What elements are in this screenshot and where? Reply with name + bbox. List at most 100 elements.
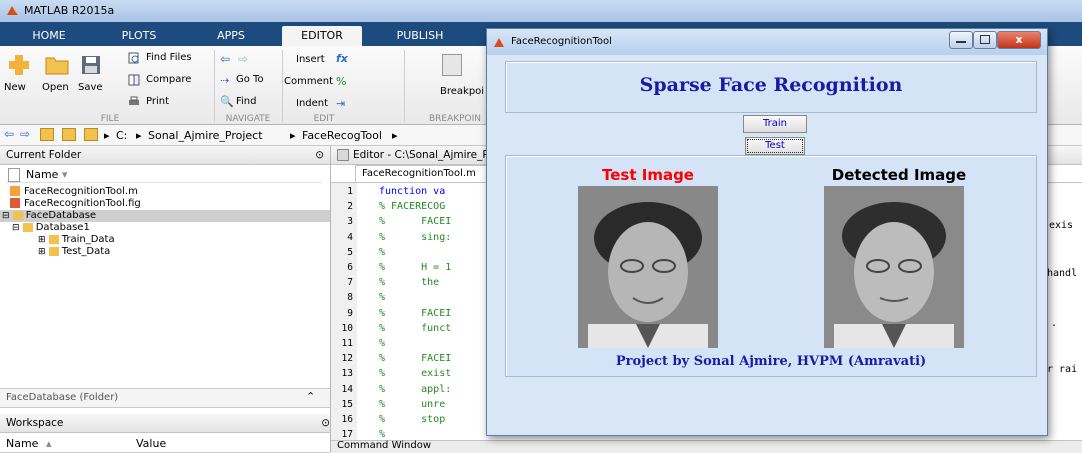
code-line[interactable]: % sing: — [379, 232, 451, 243]
group-file-label: FILE — [100, 114, 120, 124]
find-label: Find — [236, 96, 257, 107]
breadcrumb-folder-2[interactable]: FaceRecogTool — [302, 129, 382, 142]
back-icon[interactable]: ⇦ — [4, 127, 14, 141]
compare-label: Compare — [146, 74, 192, 85]
close-button[interactable]: x — [997, 31, 1041, 49]
code-line[interactable]: % — [379, 292, 385, 303]
test-button[interactable]: Test — [745, 137, 805, 155]
face-photo — [824, 186, 964, 348]
tab-home[interactable]: HOME — [14, 26, 84, 46]
chevron-up-icon[interactable]: ⌃ — [306, 390, 315, 403]
list-item-label: FaceDatabase — [25, 210, 97, 221]
list-item-selected[interactable]: ⊟ FaceDatabase — [0, 210, 330, 222]
app-title: MATLAB R2015a — [24, 4, 115, 17]
breadcrumb-separator: ▸ — [104, 129, 110, 142]
file-icon — [8, 168, 20, 182]
code-line[interactable]: % exist — [379, 368, 451, 379]
editor-title: Editor - C:\Sonal_Ajmire_P — [353, 149, 489, 161]
line-number: 8 — [347, 292, 353, 304]
test-face-image — [578, 186, 718, 348]
code-line[interactable]: % stop — [379, 414, 445, 425]
figure-title-bar: FaceRecognitionTool x — [487, 29, 1047, 55]
line-number: 1 — [347, 186, 353, 197]
list-item[interactable]: FaceRecognitionTool.fig — [10, 198, 141, 210]
go-to-label: Go To — [236, 74, 264, 85]
matlab-logo-icon — [494, 38, 504, 47]
command-window-header: Command Window — [331, 440, 1082, 453]
panel-menu-icon[interactable]: ⊙ — [315, 146, 324, 164]
panel-menu-icon[interactable]: ⊙ — [321, 414, 330, 432]
breakpoints-label[interactable]: Breakpoi — [440, 86, 484, 97]
credit-text: Project by Sonal Ajmire, HVPM (Amravati) — [615, 354, 927, 369]
fx-icon[interactable]: fx — [336, 52, 348, 65]
list-item[interactable]: ⊞ Train_Data — [38, 234, 115, 246]
open-button[interactable] — [44, 54, 70, 76]
tab-apps[interactable]: APPS — [196, 26, 266, 46]
line-number: 3 — [347, 216, 353, 228]
code-line[interactable]: % FACEI — [379, 353, 451, 364]
breadcrumb-separator: ▸ — [136, 129, 142, 142]
code-line[interactable]: % FACEI — [379, 216, 451, 227]
code-line[interactable]: % unre — [379, 399, 445, 410]
code-line[interactable]: % — [379, 429, 385, 440]
save-label: Save — [78, 82, 103, 93]
floppy-disk-icon — [82, 56, 100, 74]
up-folder-icon[interactable] — [40, 128, 54, 141]
detected-face-image — [824, 186, 964, 348]
indent-label[interactable]: Indent — [296, 98, 328, 109]
test-image-label: Test Image — [602, 166, 694, 184]
code-line[interactable]: % FACEI — [379, 308, 451, 319]
code-line[interactable]: % appl: — [379, 384, 451, 395]
comment-percent-icon[interactable]: % — [336, 75, 346, 88]
breadcrumb-separator: ▸ — [392, 129, 398, 142]
code-line[interactable]: % H = 1 — [379, 262, 451, 273]
list-item[interactable]: FaceRecognitionTool.m — [10, 186, 138, 198]
expand-icon[interactable]: ⊞ — [38, 247, 46, 257]
minimize-button[interactable] — [949, 31, 973, 49]
collapse-icon[interactable]: ⊟ — [2, 211, 10, 221]
file-tab[interactable]: FaceRecognitionTool.m — [355, 165, 493, 182]
forward-arrow-icon: ⇨ — [238, 52, 249, 66]
tab-plots[interactable]: PLOTS — [104, 26, 174, 46]
collapse-icon[interactable]: ⊟ — [12, 223, 20, 233]
workspace-name-header[interactable]: Name — [6, 437, 38, 450]
list-item[interactable]: ⊟ Database1 — [12, 222, 90, 234]
breadcrumb-folder-1[interactable]: Sonal_Ajmire_Project — [148, 129, 263, 142]
expand-icon[interactable]: ⊞ — [38, 235, 46, 245]
name-column-header[interactable]: Name ▾ — [6, 166, 322, 183]
code-line[interactable]: % — [379, 338, 385, 349]
browse-folder-icon[interactable] — [62, 128, 76, 141]
code-line[interactable]: % funct — [379, 323, 451, 334]
code-line[interactable]: function va — [379, 186, 445, 197]
new-button[interactable] — [6, 52, 32, 78]
line-number: 14 — [341, 383, 353, 395]
command-window-title: Command Window — [337, 440, 432, 451]
maximize-button[interactable] — [973, 31, 997, 49]
code-line[interactable]: % — [379, 247, 385, 258]
insert-label[interactable]: Insert — [296, 54, 325, 65]
line-number: 4 — [347, 231, 353, 243]
forward-icon[interactable]: ⇨ — [20, 127, 30, 141]
folder-open-icon — [45, 57, 69, 75]
list-item-label: FaceRecognitionTool.m — [24, 186, 138, 197]
tab-publish[interactable]: PUBLISH — [380, 26, 460, 46]
list-item[interactable]: ⊞ Test_Data — [38, 246, 110, 258]
current-folder-title: Current Folder — [6, 149, 82, 161]
workspace-value-header[interactable]: Value — [136, 437, 166, 450]
code-line[interactable]: % FACERECOG — [379, 201, 445, 212]
comment-label[interactable]: Comment — [284, 76, 333, 87]
tab-editor[interactable]: EDITOR — [282, 26, 362, 46]
line-number: 15 — [341, 398, 353, 410]
breadcrumb-drive[interactable]: C: — [116, 129, 127, 142]
save-button[interactable] — [80, 54, 102, 76]
breakpoints-icon[interactable] — [442, 54, 462, 76]
train-button[interactable]: Train — [743, 115, 807, 133]
separator — [214, 50, 215, 122]
indent-icon[interactable]: ⇥ — [336, 97, 345, 110]
line-number: 5 — [347, 246, 353, 258]
print-label: Print — [146, 96, 170, 107]
group-breakpoints-label: BREAKPOIN — [428, 114, 482, 124]
code-line[interactable]: % the — [379, 277, 439, 288]
go-to-icon: ⇢ — [220, 74, 230, 87]
compare-icon — [128, 74, 140, 86]
